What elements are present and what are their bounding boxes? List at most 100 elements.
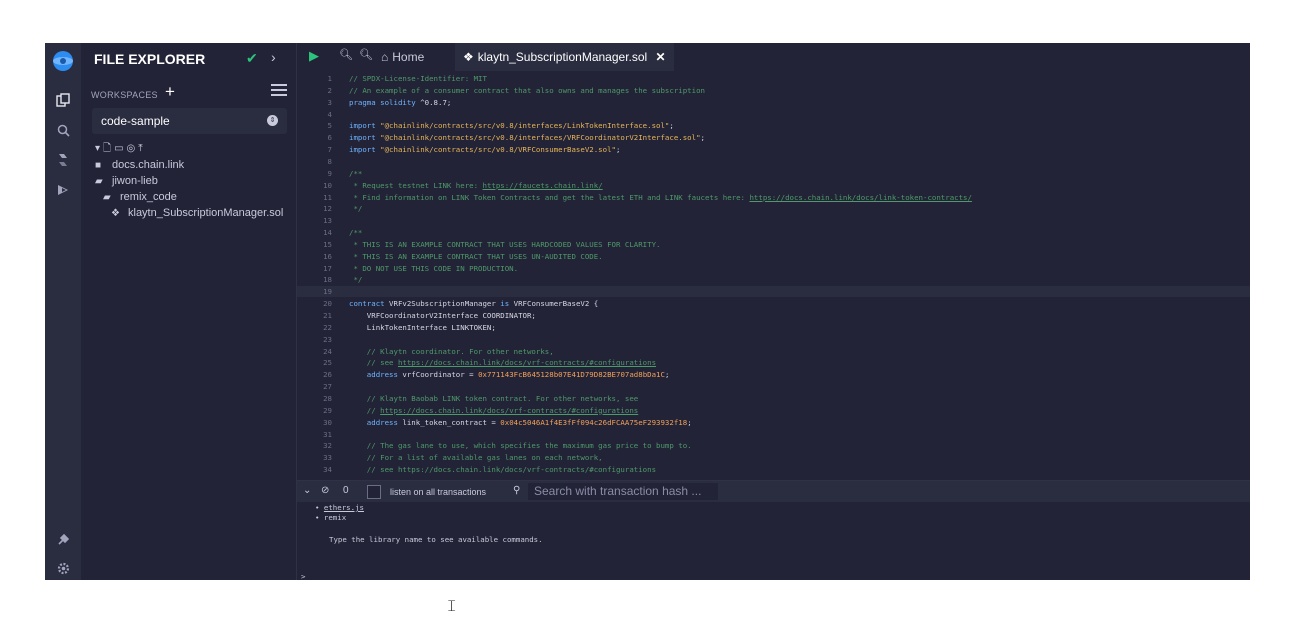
search-icon[interactable]	[45, 118, 81, 142]
line-number: 18	[323, 275, 332, 285]
solidity-file-icon: ❖	[463, 50, 474, 64]
line-number: 9	[327, 168, 332, 178]
tree-item-docs-chain-link[interactable]: ■ docs.chain.link	[95, 159, 184, 171]
chevron-right-icon[interactable]: ›	[271, 49, 276, 65]
code-token[interactable]: https://faucets.chain.link/	[483, 181, 603, 190]
deploy-run-icon[interactable]	[45, 178, 81, 202]
code-token: LinkTokenInterface LINKTOKEN;	[349, 322, 496, 332]
tree-item-remix-code[interactable]: ▰ remix_code	[103, 191, 177, 203]
zoom-in-icon[interactable]: 🔍︎	[359, 48, 373, 61]
workspace-select-value: code-sample	[101, 114, 170, 128]
code-line[interactable]: 14 /**	[297, 227, 1250, 238]
code-line[interactable]: 21 VRFCoordinatorV2Interface COORDINATOR…	[297, 310, 1250, 321]
line-number: 22	[323, 322, 332, 332]
zoom-out-icon[interactable]: 🔍︎	[339, 48, 353, 61]
code-line[interactable]: 33 // For a list of available gas lanes …	[297, 452, 1250, 463]
code-line[interactable]: 31	[297, 429, 1250, 440]
code-token: link_token_contract =	[402, 417, 501, 427]
code-line[interactable]: 6 import "@chainlink/contracts/src/v0.8/i…	[297, 132, 1250, 143]
listen-all-checkbox[interactable]	[367, 485, 381, 499]
plugin-manager-icon[interactable]	[45, 528, 81, 552]
solidity-compiler-icon[interactable]	[45, 148, 81, 172]
code-line[interactable]: 10 * Request testnet LINK here: https://…	[297, 180, 1250, 191]
code-line[interactable]: 11 * Find information on LINK Token Cont…	[297, 192, 1250, 203]
line-number: 24	[323, 346, 332, 356]
select-caret-icon: ⇕	[267, 115, 278, 126]
code-line[interactable]: 27	[297, 381, 1250, 392]
hamburger-menu-icon[interactable]	[271, 81, 287, 99]
code-token: // see https://docs.chain.link/docs/vrf-…	[349, 465, 657, 475]
line-number: 34	[323, 465, 332, 475]
line-number: 11	[323, 192, 332, 202]
code-token[interactable]: https://docs.chain.link/docs/vrf-contrac…	[398, 358, 656, 367]
code-line[interactable]: 30 address link_token_contract = 0x04c50…	[297, 417, 1250, 428]
tree-item-jiwon-lieb[interactable]: ▰ jiwon-lieb	[95, 175, 158, 187]
code-line[interactable]: 32 // The gas lane to use, which specifi…	[297, 440, 1250, 451]
code-token: VRFv2SubscriptionManager	[389, 299, 501, 309]
line-number: 14	[323, 228, 332, 238]
tab-active-file[interactable]: ❖ klaytn_SubscriptionManager.sol ✕	[455, 43, 674, 71]
tx-search-input[interactable]: Search with transaction hash ...	[528, 483, 718, 500]
line-number: 10	[323, 180, 332, 190]
workspaces-label: WORKSPACES	[91, 90, 158, 100]
code-token: /**	[349, 228, 363, 238]
editor-tab-bar: ▶ 🔍︎ 🔍︎ ⌂ Home ❖ klaytn_SubscriptionManage…	[297, 43, 1250, 71]
code-line[interactable]: 7 import "@chainlink/contracts/src/v0.8/V…	[297, 144, 1250, 155]
code-text: // The gas lane to use, which specifies …	[349, 440, 692, 451]
code-token[interactable]: https://docs.chain.link/docs/vrf-contrac…	[380, 406, 638, 415]
collapse-terminal-icon[interactable]: ⌄	[303, 485, 311, 496]
code-line[interactable]: 3 pragma solidity ^0.8.7;	[297, 97, 1250, 108]
code-token: address	[349, 417, 403, 427]
new-file-icon[interactable]: 🗋	[103, 143, 114, 154]
code-token: address	[349, 370, 403, 380]
terminal-output[interactable]: • ethers.js • remix Type the library nam…	[297, 502, 1250, 580]
code-line[interactable]: 5 import "@chainlink/contracts/src/v0.8/i…	[297, 120, 1250, 131]
remix-logo-icon[interactable]	[45, 49, 81, 73]
code-token: import	[349, 133, 381, 143]
workspace-select[interactable]: code-sample ⇕	[92, 108, 287, 134]
clear-console-icon[interactable]: ⊘	[321, 485, 329, 496]
code-line[interactable]: 26 address vrfCoordinator = 0x771143FcB6…	[297, 369, 1250, 380]
github-icon[interactable]: ◎	[127, 143, 139, 154]
code-line[interactable]: 20 contract VRFv2SubscriptionManager is V…	[297, 298, 1250, 309]
code-line[interactable]: 19	[297, 286, 1250, 298]
code-line[interactable]: 23	[297, 334, 1250, 345]
code-editor[interactable]: 1 // SPDX-License-Identifier: MIT 2 // An e…	[297, 71, 1250, 480]
code-line[interactable]: 25 // see https://docs.chain.link/docs/v…	[297, 357, 1250, 368]
code-token: ^0.8.7;	[420, 97, 452, 107]
code-line[interactable]: 4	[297, 109, 1250, 120]
run-play-icon[interactable]: ▶	[309, 48, 319, 64]
code-line[interactable]: 9 /**	[297, 168, 1250, 179]
close-tab-icon[interactable]: ✕	[656, 50, 666, 64]
new-folder-icon[interactable]: ▭	[114, 143, 126, 154]
tab-home[interactable]: ⌂ Home	[381, 50, 424, 64]
code-line[interactable]: 17 * DO NOT USE THIS CODE IN PRODUCTION.	[297, 263, 1250, 274]
code-text: import "@chainlink/contracts/src/v0.8/in…	[349, 120, 674, 131]
add-workspace-icon[interactable]: +	[165, 82, 175, 102]
code-line[interactable]: 22 LinkTokenInterface LINKTOKEN;	[297, 322, 1250, 333]
code-line[interactable]: 28 // Klaytn Baobab LINK token contract.…	[297, 393, 1250, 404]
settings-gear-icon[interactable]	[45, 556, 81, 580]
code-line[interactable]: 13	[297, 215, 1250, 226]
upload-icon[interactable]: ⤒	[138, 143, 145, 154]
line-number: 1	[327, 74, 332, 83]
code-token: // An example of a consumer contract tha…	[349, 85, 705, 95]
tree-item-klaytn-subscription-manager[interactable]: ❖ klaytn_SubscriptionManager.sol	[111, 207, 283, 219]
code-line[interactable]: 15 * THIS IS AN EXAMPLE CONTRACT THAT US…	[297, 239, 1250, 250]
code-line[interactable]: 1 // SPDX-License-Identifier: MIT	[297, 73, 1250, 84]
code-line[interactable]: 34 // see https://docs.chain.link/docs/v…	[297, 464, 1250, 475]
code-line[interactable]: 24 // Klaytn coordinator. For other netw…	[297, 346, 1250, 357]
terminal-hint: Type the library name to see available c…	[329, 535, 543, 544]
code-token: is	[500, 299, 514, 309]
code-line[interactable]: 18 */	[297, 274, 1250, 285]
code-line[interactable]: 12 */	[297, 203, 1250, 214]
code-line[interactable]: 29 // https://docs.chain.link/docs/vrf-c…	[297, 405, 1250, 416]
collapse-caret-icon[interactable]: ▾	[95, 143, 103, 154]
terminal-prompt[interactable]: >	[301, 572, 305, 580]
code-line[interactable]: 2 // An example of a consumer contract th…	[297, 85, 1250, 96]
code-line[interactable]: 16 * THIS IS AN EXAMPLE CONTRACT THAT US…	[297, 251, 1250, 262]
file-explorer-icon[interactable]	[45, 88, 81, 112]
code-token: // SPDX-License-Identifier: MIT	[349, 74, 487, 83]
code-token[interactable]: https://docs.chain.link/docs/link-token-…	[749, 193, 971, 202]
code-line[interactable]: 8	[297, 156, 1250, 167]
